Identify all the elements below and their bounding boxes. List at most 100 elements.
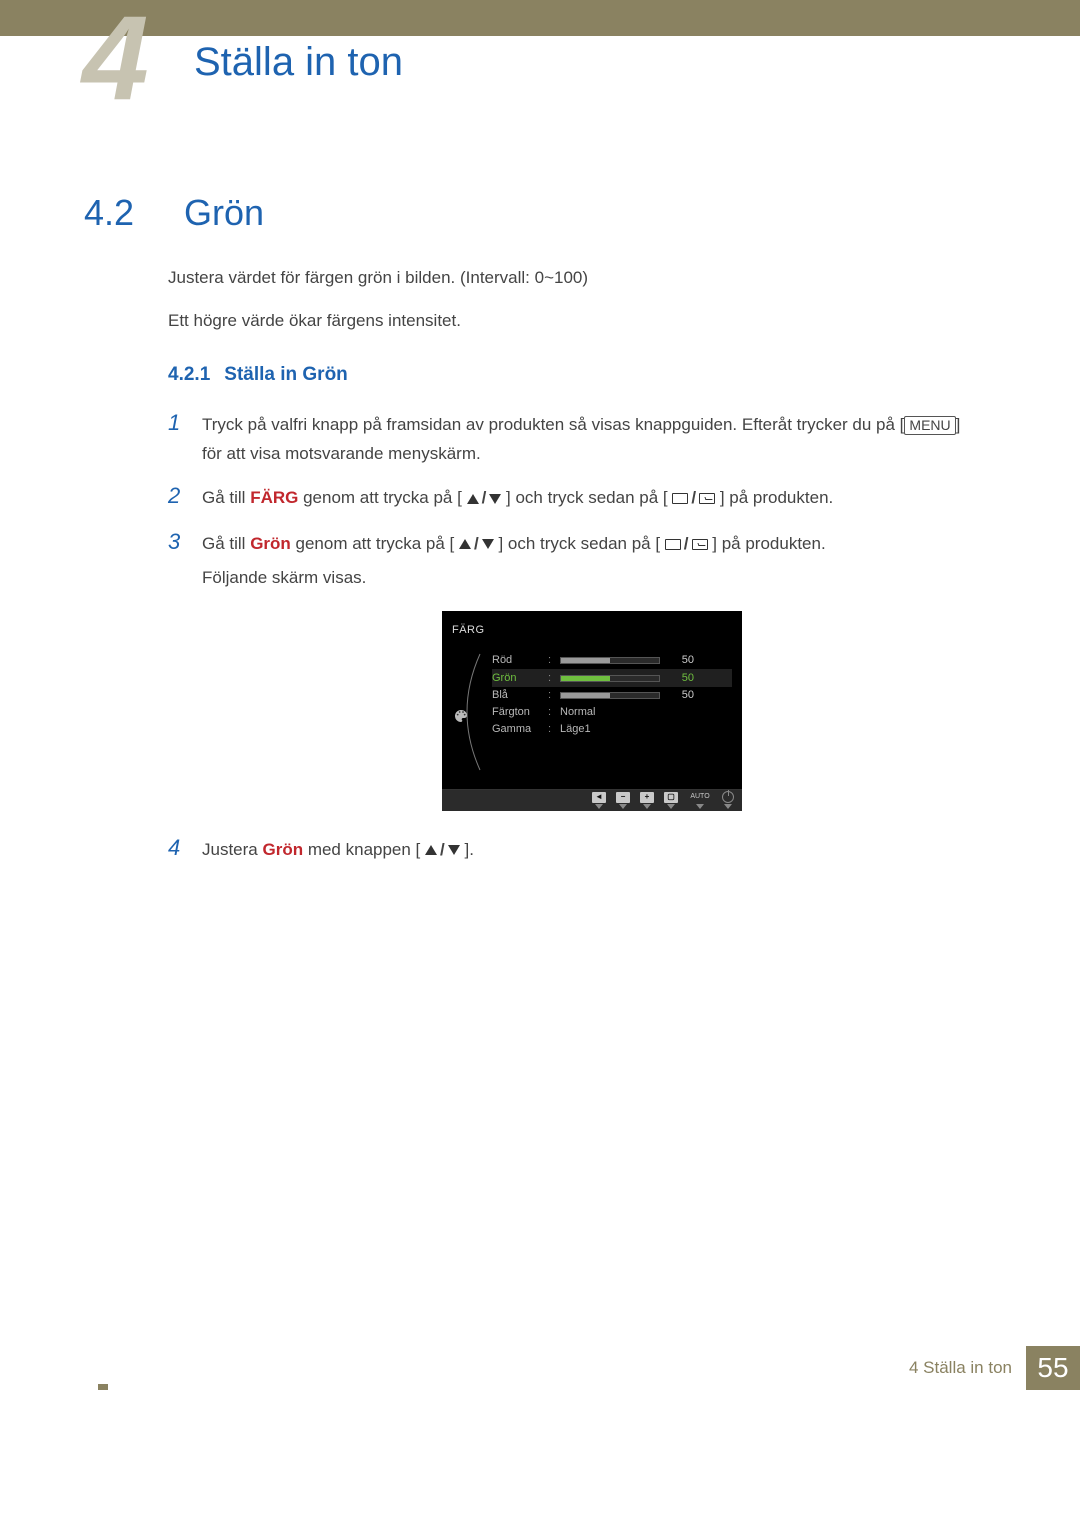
step-4-number: 4 <box>168 829 186 866</box>
osd-body: Röd : 50 Grön : 50 Blå <box>442 648 742 789</box>
osd-value-text: Normal <box>560 703 595 722</box>
colon-icon: : <box>548 720 554 739</box>
osd-nav-source-icon: ▢ <box>664 792 678 809</box>
osd-slider-fill <box>561 693 610 698</box>
osd-list: Röd : 50 Grön : 50 Blå <box>492 652 732 779</box>
step-3-text: Gå till Grön genom att trycka på [ / ] o… <box>202 530 982 821</box>
colon-icon: : <box>548 651 554 670</box>
down-caret-icon <box>643 804 651 809</box>
down-caret-icon <box>619 804 627 809</box>
osd-slider <box>560 692 660 699</box>
enter-icon <box>692 539 708 550</box>
up-arrow-icon <box>467 494 479 504</box>
down-arrow-icon <box>489 494 501 504</box>
osd-slider <box>560 657 660 664</box>
step-4-keyword: Grön <box>262 840 303 859</box>
chapter-title: Ställa in ton <box>194 40 403 85</box>
step-2-text: Gå till FÄRG genom att trycka på [ / ] o… <box>202 484 982 513</box>
footer-bar: 4 Ställa in ton 55 <box>909 1346 1080 1390</box>
palette-icon <box>450 708 472 724</box>
slash-icon: / <box>471 534 482 553</box>
osd-value: 50 <box>666 686 694 705</box>
osd-label: Röd <box>492 651 542 670</box>
osd-row-gamma: Gamma : Läge1 <box>492 721 732 738</box>
osd-btn-glyph: − <box>616 792 630 803</box>
section-title: Grön <box>184 192 264 234</box>
step-1: 1 Tryck på valfri knapp på framsidan av … <box>168 404 982 469</box>
colon-icon: : <box>548 703 554 722</box>
down-arrow-icon <box>448 845 460 855</box>
osd-row-tone: Färgton : Normal <box>492 704 732 721</box>
osd-nav-minus-icon: − <box>616 792 630 809</box>
osd-row-red: Röd : 50 <box>492 652 732 669</box>
step-2-d: ] på produkten. <box>720 488 833 507</box>
slash-icon: / <box>688 488 699 507</box>
step-3-keyword: Grön <box>250 534 291 553</box>
up-arrow-icon <box>459 539 471 549</box>
slash-icon: / <box>437 840 448 859</box>
osd-btn-glyph: + <box>640 792 654 803</box>
step-3-b: genom att trycka på [ <box>291 534 454 553</box>
section-desc-1: Justera värdet för färgen grön i bilden.… <box>168 264 982 291</box>
osd-value-text: Läge1 <box>560 720 591 739</box>
osd-nav-back-icon: ◄ <box>592 792 606 809</box>
power-icon <box>722 791 734 803</box>
down-caret-icon <box>667 804 675 809</box>
step-2-keyword: FÄRG <box>250 488 298 507</box>
step-3-number: 3 <box>168 523 186 560</box>
page-footer: 4 Ställa in ton 55 <box>0 1346 1080 1390</box>
osd-bottom-bar: ◄ − + ▢ AUTO <box>442 789 742 811</box>
osd-value: 50 <box>666 669 694 688</box>
osd-label: Färgton <box>492 703 542 722</box>
colon-icon: : <box>548 686 554 705</box>
source-icon <box>665 539 681 550</box>
subsection-heading: 4.2.1 Ställa in Grön <box>168 364 982 386</box>
step-3-c: ] och tryck sedan på [ <box>498 534 660 553</box>
down-caret-icon <box>724 804 732 809</box>
step-4-b: med knappen [ <box>303 840 420 859</box>
osd-slider-fill <box>561 658 610 663</box>
step-1-text-a: Tryck på valfri knapp på framsidan av pr… <box>202 415 904 434</box>
osd-nav-auto-icon: AUTO <box>688 791 712 809</box>
step-4-c: ]. <box>465 840 474 859</box>
osd-btn-glyph: ◄ <box>592 792 606 803</box>
up-arrow-icon <box>425 845 437 855</box>
step-4: 4 Justera Grön med knappen [ / ]. <box>168 829 982 866</box>
section-heading: 4.2 Grön <box>98 192 982 234</box>
page-content: 4.2 Grön Justera värdet för färgen grön … <box>0 192 1080 866</box>
header-band <box>0 0 1080 36</box>
osd-menu: FÄRG Röd : <box>442 611 742 810</box>
step-3-d: ] på produkten. <box>712 534 825 553</box>
osd-btn-glyph: ▢ <box>664 792 678 803</box>
chapter-number-bg: 4 <box>82 0 149 118</box>
osd-value: 50 <box>666 651 694 670</box>
step-2-number: 2 <box>168 477 186 514</box>
section-number: 4.2 <box>84 192 154 234</box>
osd-row-blue: Blå : 50 <box>492 687 732 704</box>
chapter-header: 4 Ställa in ton <box>0 36 1080 92</box>
source-icon <box>672 493 688 504</box>
down-arrow-icon <box>482 539 494 549</box>
step-2-a: Gå till <box>202 488 250 507</box>
subsection-number: 4.2.1 <box>168 364 210 386</box>
step-2-c: ] och tryck sedan på [ <box>506 488 668 507</box>
osd-slider <box>560 675 660 682</box>
footer-accent <box>98 1384 108 1390</box>
step-1-text: Tryck på valfri knapp på framsidan av pr… <box>202 411 982 469</box>
step-3-a: Gå till <box>202 534 250 553</box>
enter-icon <box>699 493 715 504</box>
footer-chapter-label: 4 Ställa in ton <box>909 1358 1026 1378</box>
osd-label: Gamma <box>492 720 542 739</box>
down-caret-icon <box>595 804 603 809</box>
page-number: 55 <box>1026 1346 1080 1390</box>
osd-auto-label: AUTO <box>688 791 712 803</box>
step-2: 2 Gå till FÄRG genom att trycka på [ / ]… <box>168 477 982 514</box>
step-2-b: genom att trycka på [ <box>298 488 461 507</box>
osd-nav-power-icon <box>722 791 734 809</box>
osd-curve <box>452 652 482 779</box>
step-4-text: Justera Grön med knappen [ / ]. <box>202 836 982 865</box>
osd-row-green-selected: Grön : 50 <box>492 669 732 687</box>
slash-icon: / <box>681 534 692 553</box>
osd-label: Grön <box>492 669 542 688</box>
osd-nav-plus-icon: + <box>640 792 654 809</box>
